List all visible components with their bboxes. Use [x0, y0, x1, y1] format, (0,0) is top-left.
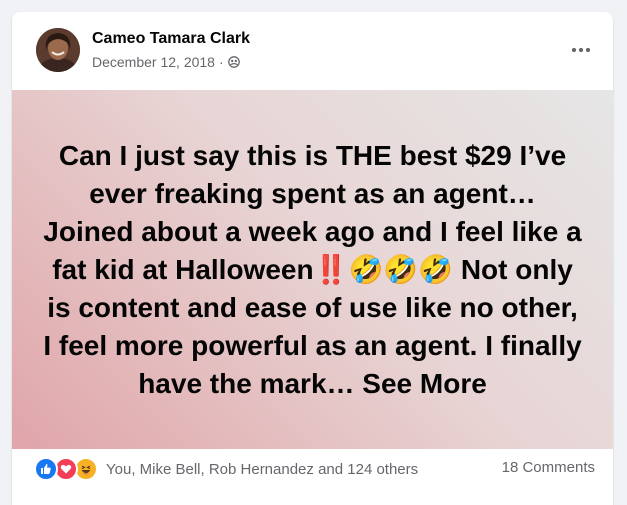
more-options-button[interactable] [565, 34, 597, 66]
post-date[interactable]: December 12, 2018 [92, 54, 215, 70]
friends-icon[interactable] [227, 56, 240, 68]
post-card: Cameo Tamara Clark December 12, 2018 · C [12, 12, 613, 505]
like-icon [34, 457, 58, 481]
author-avatar[interactable] [36, 28, 80, 72]
reaction-names[interactable]: You, Mike Bell, Rob Hernandez and 124 ot… [106, 461, 418, 478]
post-meta: December 12, 2018 · [92, 54, 240, 70]
avatar-photo [36, 28, 80, 72]
post-content: Can I just say this is THE best $29 I’ve… [12, 90, 613, 449]
post-text[interactable]: Can I just say this is THE best $29 I’ve… [43, 137, 583, 403]
comments-count[interactable]: 18 Comments [502, 459, 595, 476]
author-name[interactable]: Cameo Tamara Clark [92, 30, 250, 48]
reactions-summary[interactable]: You, Mike Bell, Rob Hernandez and 124 ot… [34, 457, 418, 481]
post-footer: You, Mike Bell, Rob Hernandez and 124 ot… [12, 449, 613, 493]
meta-separator: · [218, 54, 224, 70]
more-icon [571, 47, 591, 53]
post-header: Cameo Tamara Clark December 12, 2018 · [12, 12, 613, 90]
